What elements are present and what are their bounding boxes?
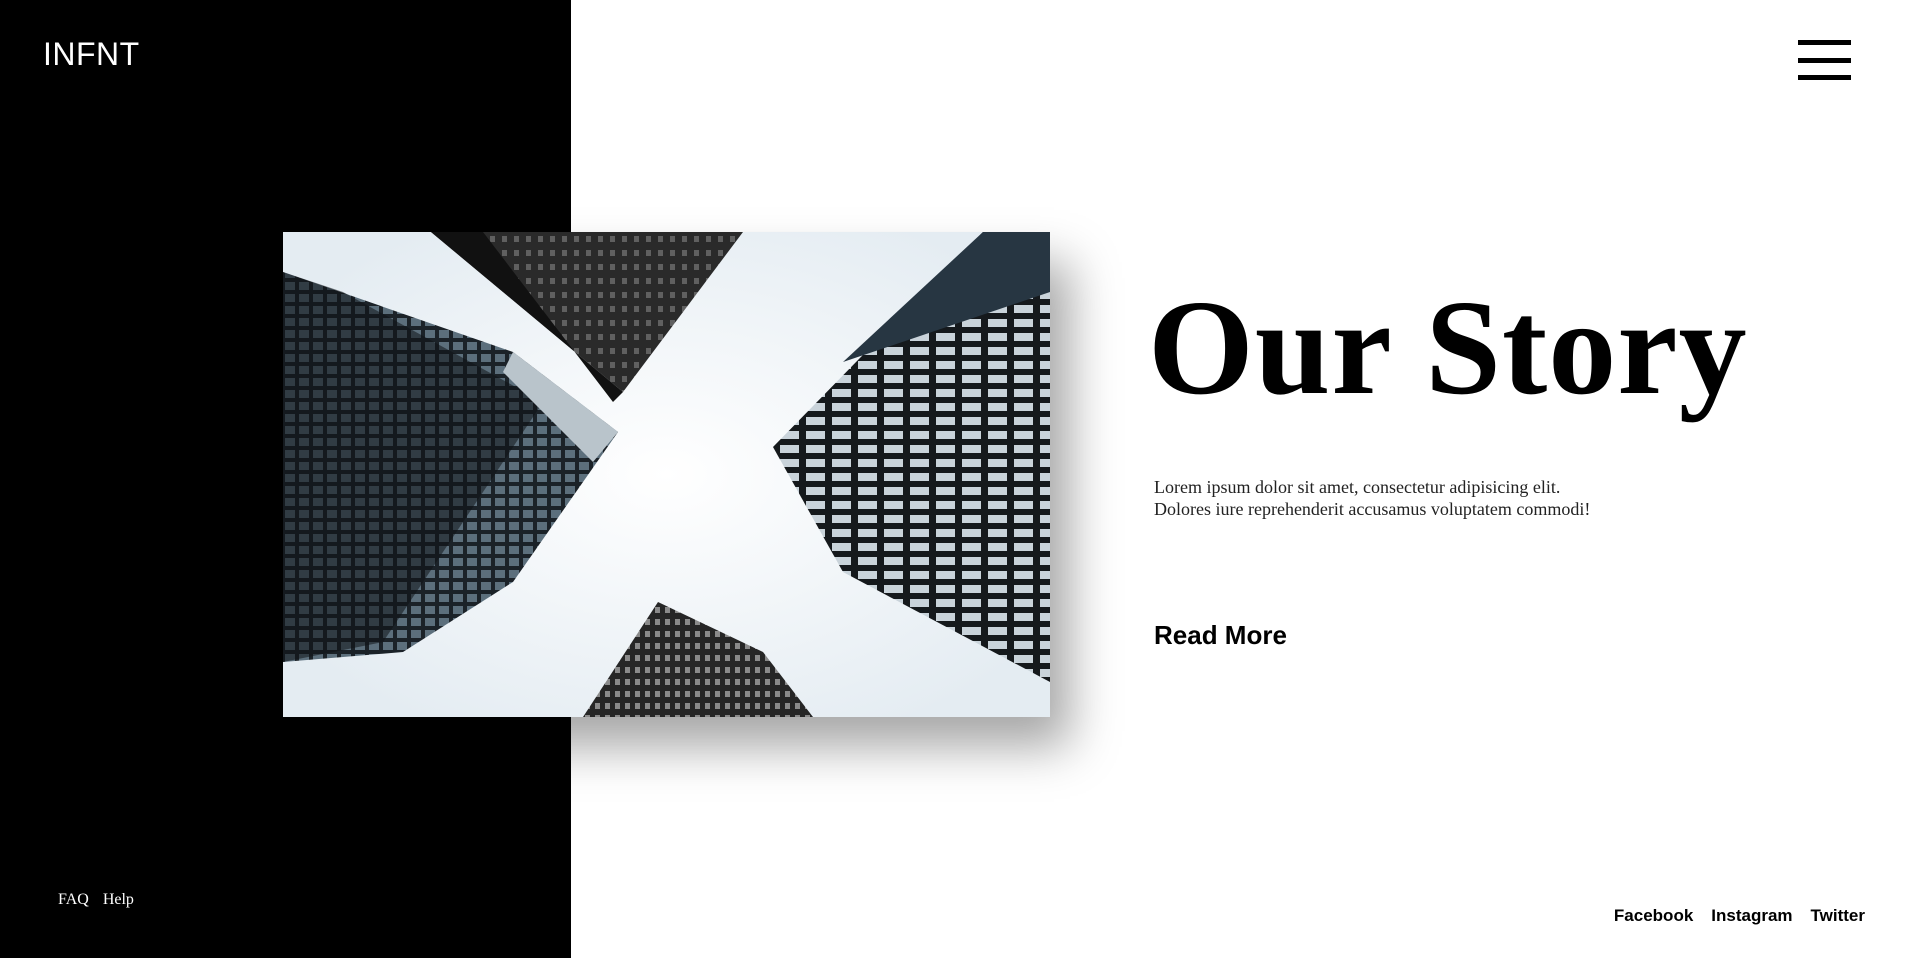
social-links: Facebook Instagram Twitter <box>1614 906 1865 926</box>
page-title: Our Story <box>1148 273 1748 423</box>
story-description: Lorem ipsum dolor sit amet, consectetur … <box>1154 477 1591 519</box>
instagram-link[interactable]: Instagram <box>1711 906 1792 926</box>
skyscraper-photo-illustration <box>283 232 1050 717</box>
menu-bar-bottom <box>1798 75 1851 80</box>
faq-link[interactable]: FAQ <box>58 891 89 909</box>
read-more-link[interactable]: Read More <box>1154 620 1287 651</box>
twitter-link[interactable]: Twitter <box>1811 906 1865 926</box>
help-link[interactable]: Help <box>103 891 134 909</box>
menu-bar-middle <box>1798 57 1851 63</box>
logo[interactable]: INFNT <box>43 38 140 70</box>
hero-skyscraper-image <box>283 232 1050 717</box>
hamburger-menu-icon[interactable] <box>1798 40 1851 80</box>
menu-bar-top <box>1798 40 1851 45</box>
left-footer-links: FAQ Help <box>58 891 134 909</box>
facebook-link[interactable]: Facebook <box>1614 906 1693 926</box>
